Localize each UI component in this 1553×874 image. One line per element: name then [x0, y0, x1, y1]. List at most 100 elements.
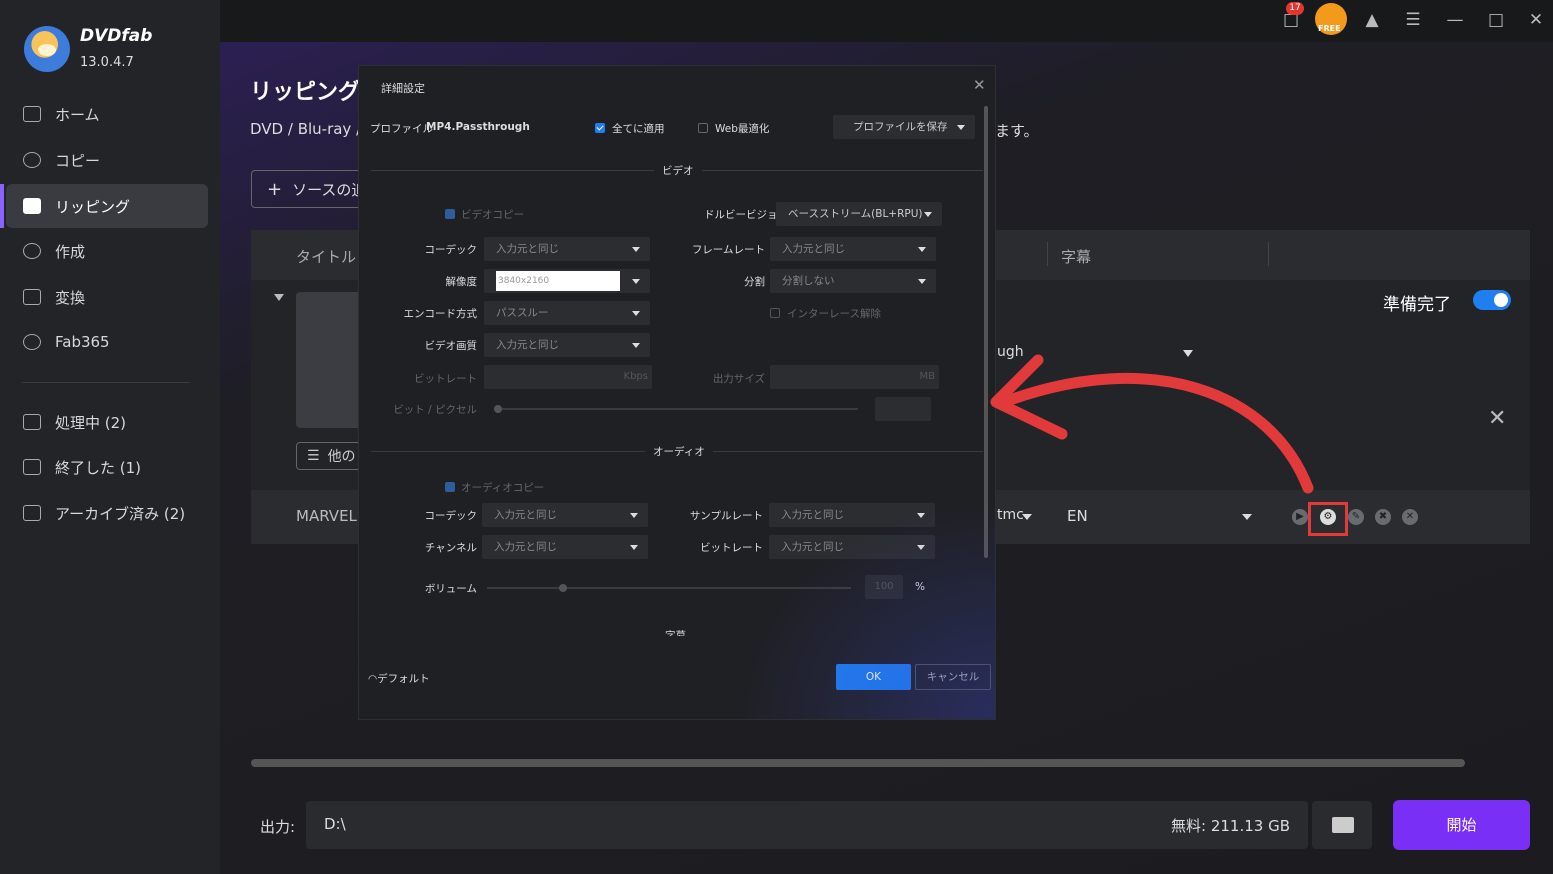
profile-selector-text[interactable]: ugh [997, 344, 1024, 360]
maximize-icon[interactable]: □ [1485, 9, 1507, 31]
video-copy-checkbox[interactable] [445, 209, 455, 219]
audio-bitrate-label: ビットレート [700, 542, 763, 554]
volume-unit: % [915, 581, 925, 593]
framerate-select[interactable]: 入力元と同じ [770, 237, 936, 261]
page-description: DVD / Blu-ray / [250, 120, 362, 138]
resolution-input[interactable]: 3840x2160 [496, 271, 620, 291]
subtitle-selector[interactable]: EN [1067, 507, 1088, 525]
finished-icon [23, 459, 41, 475]
samplerate-value: 入力元と同じ [781, 509, 844, 521]
slider-handle[interactable] [559, 584, 567, 592]
dialog-scrollbar[interactable] [984, 106, 988, 558]
volume-slider[interactable] [487, 584, 851, 592]
chevron-down-icon [630, 545, 638, 550]
add-source-button[interactable]: + ソースの追 [251, 170, 371, 208]
split-select[interactable]: 分割しない [770, 269, 936, 293]
video-quality-value: 入力元と同じ [496, 339, 559, 351]
audio-selector[interactable]: tmc [997, 507, 1024, 523]
ready-toggle[interactable] [1473, 290, 1511, 310]
sidebar-item-copy[interactable]: コピー [6, 138, 208, 182]
profile-dropdown-icon[interactable] [1183, 350, 1193, 357]
channel-select[interactable]: 入力元と同じ [482, 535, 648, 559]
edit-icon[interactable]: ✎ [1348, 509, 1364, 525]
bits-per-pixel-slider[interactable] [494, 405, 858, 413]
dialog-close-icon[interactable]: ✕ [973, 76, 986, 94]
sidebar-item-creator[interactable]: 作成 [6, 229, 208, 273]
chevron-down-icon [632, 247, 640, 252]
channel-value: 入力元と同じ [494, 541, 557, 553]
split-label: 分割 [744, 276, 765, 288]
close-window-icon[interactable]: ✕ [1525, 9, 1547, 31]
start-button[interactable]: 開始 [1393, 800, 1530, 850]
play-icon[interactable]: ▶ [1292, 509, 1308, 525]
framerate-value: 入力元と同じ [782, 243, 845, 255]
subtitle-dropdown-icon[interactable] [1242, 514, 1252, 520]
sidebar-item-processing[interactable]: 処理中 (2) [6, 400, 208, 444]
save-profile-label: プロファイルを保存 [853, 121, 948, 133]
video-codec-label: コーデック [424, 244, 478, 256]
audio-codec-select[interactable]: 入力元と同じ [482, 503, 648, 527]
disc-thumbnail [296, 292, 366, 428]
audio-copy-label: オーディオコピー [461, 482, 545, 494]
browse-folder-button[interactable] [1312, 801, 1372, 849]
web-optimize-checkbox[interactable] [698, 123, 708, 133]
output-path-field[interactable]: D:\ 無料: 211.13 GB [306, 801, 1308, 849]
dvdfab-logo-icon [24, 26, 70, 72]
subtitle-section-title: 字幕 [665, 630, 686, 636]
menu-icon[interactable]: ☰ [1402, 9, 1424, 31]
chevron-down-icon [632, 343, 640, 348]
web-optimize-label: Web最適化 [715, 123, 770, 135]
video-quality-select[interactable]: 入力元と同じ [484, 333, 650, 357]
video-codec-select[interactable]: 入力元と同じ [484, 237, 650, 261]
bits-per-pixel-input[interactable] [875, 397, 931, 421]
cut-icon[interactable]: ✖ [1375, 509, 1391, 525]
other-titles-label: 他の [327, 449, 356, 465]
add-source-label: ソースの追 [292, 180, 367, 199]
sidebar-item-archived[interactable]: アーカイブ済み (2) [6, 491, 208, 535]
sidebar-item-label: 終了した (1) [55, 458, 142, 477]
audio-dropdown-icon[interactable] [1022, 514, 1032, 520]
sidebar-item-home[interactable]: ホーム [6, 92, 208, 136]
apply-all-checkbox[interactable] [595, 123, 605, 133]
chevron-down-icon [918, 279, 926, 284]
deinterlace-checkbox[interactable] [770, 308, 780, 318]
profile-label: プロファイル [370, 123, 433, 135]
default-button[interactable]: ◠デフォルト [368, 671, 430, 686]
minimize-icon[interactable]: — [1444, 9, 1466, 31]
sidebar-item-finished[interactable]: 終了した (1) [6, 445, 208, 489]
expand-arrow-icon[interactable] [274, 294, 284, 301]
sidebar-item-ripper[interactable]: リッピング [6, 184, 208, 228]
dolby-vision-select[interactable]: ベースストリーム(BL+RPU) [776, 202, 942, 226]
page-description-tail: ます。 [995, 122, 1039, 140]
audio-bitrate-select[interactable]: 入力元と同じ [769, 535, 935, 559]
audio-copy-checkbox[interactable] [445, 482, 455, 492]
audio-bitrate-value: 入力元と同じ [781, 541, 844, 553]
samplerate-select[interactable]: 入力元と同じ [769, 503, 935, 527]
cancel-button[interactable]: キャンセル [915, 664, 991, 690]
shirt-icon[interactable]: ▲ [1361, 9, 1383, 31]
sidebar-divider [22, 382, 190, 383]
volume-input[interactable]: 100 [865, 575, 903, 599]
sidebar-item-fab365[interactable]: Fab365 [6, 320, 208, 364]
title-name: MARVEL' [296, 507, 362, 525]
column-subtitle: 字幕 [1061, 248, 1092, 266]
bits-per-pixel-label: ビット / ピクセル [393, 404, 477, 416]
sidebar-item-label: ホーム [55, 105, 100, 124]
audio-codec-label: コーデック [424, 510, 478, 522]
video-bitrate-input[interactable]: Kbps [484, 365, 652, 389]
resolution-select[interactable]: 3840x2160 [484, 269, 650, 293]
delete-icon[interactable]: ✕ [1402, 509, 1418, 525]
ok-button[interactable]: OK [836, 664, 911, 690]
save-profile-dropdown[interactable]: プロファイルを保存 [833, 115, 975, 139]
output-size-input[interactable]: MB [770, 365, 939, 389]
volume-label: ボリューム [424, 583, 477, 595]
sidebar-item-label: 作成 [55, 242, 86, 261]
slider-handle[interactable] [494, 405, 502, 413]
free-label: FREE [1318, 24, 1341, 33]
encode-method-select[interactable]: パススルー [484, 301, 650, 325]
remove-row-icon[interactable]: ✕ [1488, 406, 1506, 431]
free-space[interactable]: 無料: 211.13 GB [1171, 815, 1290, 836]
sidebar-item-converter[interactable]: 変換 [6, 275, 208, 319]
free-offer-icon[interactable]: FREE [1315, 3, 1347, 35]
horizontal-scrollbar[interactable] [251, 759, 1465, 767]
